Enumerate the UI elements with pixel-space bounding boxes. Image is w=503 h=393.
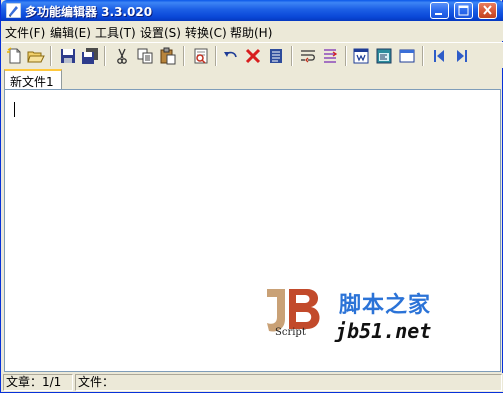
toolbar-separator [291, 46, 293, 66]
copy-icon [137, 48, 153, 64]
new-file-icon [7, 47, 21, 64]
minimize-icon [435, 13, 442, 15]
cut-icon [117, 48, 127, 64]
menu-convert[interactable]: 转换(C) [185, 24, 227, 40]
menu-settings[interactable]: 设置(S) [140, 24, 181, 40]
maximize-button[interactable] [454, 2, 473, 19]
menu-edit[interactable]: 编辑(E) [50, 24, 91, 40]
text-editor[interactable]: Script 脚本之家 jb51.net [4, 89, 501, 372]
save-button[interactable] [59, 47, 77, 65]
save-icon [61, 49, 75, 63]
document-button[interactable] [267, 47, 285, 65]
word-wrap-button[interactable] [299, 47, 317, 65]
undo-button[interactable] [222, 47, 240, 65]
close-icon [483, 5, 492, 15]
previous-icon [434, 50, 444, 62]
window-icon [399, 49, 415, 63]
menu-help[interactable]: 帮助(H) [230, 24, 272, 40]
toolbar-separator [215, 46, 217, 66]
paste-button[interactable] [159, 47, 177, 65]
save-all-button[interactable] [81, 47, 99, 65]
delete-icon [245, 48, 261, 64]
cut-button[interactable] [113, 47, 131, 65]
document-tabs: 新文件1 [2, 68, 503, 90]
menu-tools[interactable]: 工具(T) [95, 24, 136, 40]
logo-subtext: Script [275, 327, 306, 338]
toolbar-separator [183, 46, 185, 66]
indent-icon [324, 49, 338, 63]
status-bar: 文章：1/1 文件： [2, 373, 503, 392]
find-replace-icon [194, 48, 208, 64]
paste-icon [160, 47, 176, 65]
close-button[interactable] [478, 2, 497, 19]
tab-new-file-1[interactable]: 新文件1 [4, 69, 62, 90]
toolbar-separator [104, 46, 106, 66]
tab-label: 新文件1 [10, 75, 54, 89]
delete-button[interactable] [244, 47, 262, 65]
word-wrap-icon [301, 50, 315, 63]
document-icon [270, 49, 282, 63]
editor-window: 多功能编辑器 3.3.020 文件(F) 编辑(E) 工具(T) 设置(S) 转… [0, 0, 503, 393]
pen-icon [6, 3, 21, 18]
watermark-chinese: 脚本之家 [339, 293, 432, 318]
find-replace-button[interactable] [192, 47, 210, 65]
menu-file[interactable]: 文件(F) [5, 24, 45, 40]
toolbar [2, 42, 503, 68]
status-article: 文章：1/1 [3, 374, 73, 391]
view-code-button[interactable] [375, 47, 393, 65]
window-title: 多功能编辑器 3.3.020 [25, 5, 153, 19]
minimize-button[interactable] [430, 2, 449, 19]
next-icon [457, 50, 467, 62]
open-folder-icon [27, 51, 45, 63]
copy-button[interactable] [136, 47, 154, 65]
previous-button[interactable] [430, 47, 448, 65]
toolbar-separator [50, 46, 52, 66]
undo-icon [224, 51, 237, 58]
window-button[interactable] [398, 47, 416, 65]
view-code-icon [376, 48, 392, 64]
maximize-icon [458, 5, 469, 16]
toolbar-separator [422, 46, 424, 66]
next-button[interactable] [453, 47, 471, 65]
watermark-site: jb51.net [335, 319, 432, 343]
title-bar[interactable]: 多功能编辑器 3.3.020 [1, 0, 503, 21]
view-html-icon [353, 48, 369, 64]
view-html-button[interactable] [352, 47, 370, 65]
status-file: 文件： [75, 374, 502, 391]
menu-bar: 文件(F) 编辑(E) 工具(T) 设置(S) 转换(C) 帮助(H) [2, 21, 503, 41]
site-watermark: Script 脚本之家 jb51.net [263, 285, 473, 355]
save-all-icon [82, 48, 98, 64]
text-caret [14, 102, 15, 117]
open-button[interactable] [27, 47, 45, 65]
indent-button[interactable] [321, 47, 339, 65]
new-file-button[interactable] [6, 47, 24, 65]
toolbar-separator [345, 46, 347, 66]
